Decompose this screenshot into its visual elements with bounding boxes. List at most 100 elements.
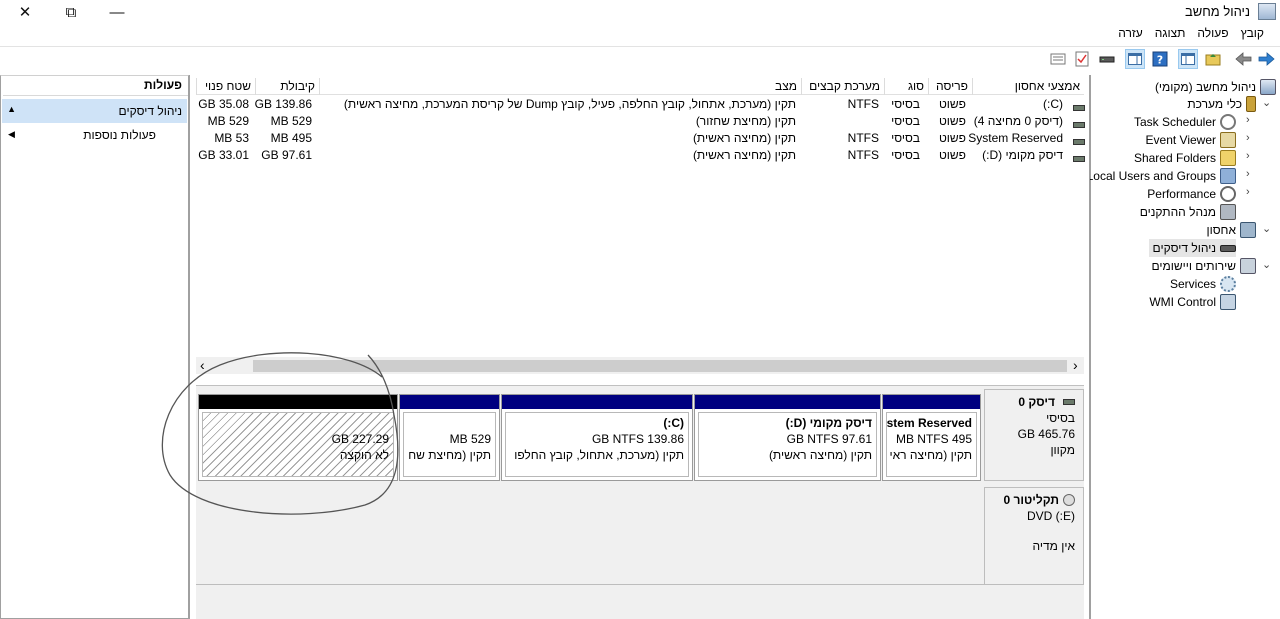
minimize-button[interactable]: — <box>94 0 140 24</box>
cdrom-0-label[interactable]: תקליטור 0 (E:) DVD אין מדיה <box>984 487 1084 585</box>
tree-item-local-users[interactable]: Local Users and Groups <box>1087 167 1236 185</box>
partition-system-reserved[interactable]: stem Reserved MB NTFS 495 תקין (מחיצה רא… <box>882 394 981 481</box>
scroll-right-arrow-icon[interactable]: › <box>1073 357 1078 373</box>
collapse-up-icon[interactable]: ▲ <box>7 104 16 114</box>
partition-title: stem Reserved <box>886 416 972 430</box>
tree-item-shared-folders[interactable]: Shared Folders <box>1134 149 1236 167</box>
chevron-down-icon[interactable]: ⌄ <box>1262 222 1271 235</box>
partition-status: תקין (מערכת, אתחול, קובץ החלפו <box>514 448 684 462</box>
tree-item-services-and-applications[interactable]: שירותים ויישומים <box>1151 257 1256 275</box>
disk-state: מקוון <box>1050 443 1075 457</box>
tree-item-device-manager[interactable]: מנהל ההתקנים <box>1140 203 1236 221</box>
column-file-system[interactable]: מערכת קבצים <box>801 78 884 95</box>
tree-item-storage[interactable]: אחסון <box>1206 221 1256 239</box>
partition-recovery[interactable]: MB 529 תקין (מחיצת שח <box>399 394 500 481</box>
disk-type: בסיסי <box>1046 411 1075 425</box>
actions-pane-title: פעולות <box>3 78 188 96</box>
cell-file-system: NTFS <box>847 148 879 162</box>
device-manager-icon <box>1220 204 1236 220</box>
actions-item-disk-management[interactable]: ניהול דיסקים <box>119 104 182 118</box>
users-icon <box>1220 168 1236 184</box>
cell-layout: פשוט <box>938 148 966 162</box>
tree-item-performance[interactable]: Performance <box>1147 185 1236 203</box>
tree-label: Services <box>1169 277 1216 291</box>
volume-icon <box>1069 151 1085 165</box>
column-volume[interactable]: אמצעי אחסון <box>972 78 1084 95</box>
tree-item-event-viewer[interactable]: Event Viewer <box>1146 131 1236 149</box>
event-viewer-icon <box>1220 132 1236 148</box>
show-hide-tree-icon[interactable] <box>1178 49 1198 69</box>
cell-status: תקין (מחיצה ראשית) <box>692 131 796 145</box>
show-hide-action-pane-icon[interactable] <box>1125 49 1145 69</box>
column-free-space[interactable]: שטח פנוי <box>196 78 255 95</box>
svg-text:?: ? <box>1157 54 1163 67</box>
partition-size: GB NTFS 97.61 <box>786 432 872 446</box>
forward-arrow-icon[interactable] <box>1256 49 1276 69</box>
tree-label: כלי מערכת <box>1187 97 1242 111</box>
tree-item-system-tools[interactable]: כלי מערכת <box>1187 95 1256 113</box>
menu-view[interactable]: תצוגה <box>1149 24 1192 44</box>
disk-0-label[interactable]: דיסק 0 בסיסי GB 465.76 מקוון <box>984 389 1084 481</box>
tree-item-services[interactable]: Services <box>1170 275 1236 293</box>
tools-icon <box>1246 96 1256 112</box>
tree-item-computer-management[interactable]: ניהול מחשב (מקומי) <box>1155 78 1276 96</box>
list-view-icon[interactable] <box>1048 49 1068 69</box>
cell-file-system <box>799 114 879 131</box>
partition-bar <box>400 395 499 409</box>
tree-label: Task Scheduler <box>1133 115 1216 129</box>
menu-help[interactable]: עזרה <box>1112 24 1149 44</box>
partition-c[interactable]: (C:) GB NTFS 139.86 תקין (מערכת, אתחול, … <box>501 394 693 481</box>
restore-button[interactable]: ⧉ <box>48 0 94 24</box>
chevron-right-icon[interactable]: › <box>1246 132 1250 144</box>
up-folder-icon[interactable] <box>1203 49 1223 69</box>
back-arrow-icon[interactable] <box>1234 49 1254 69</box>
partition-status: תקין (מחיצת שח <box>408 448 491 462</box>
check-list-icon[interactable] <box>1072 49 1092 69</box>
column-status[interactable]: מצב <box>319 78 801 95</box>
cell-file-system: NTFS <box>847 131 879 145</box>
menu-file[interactable]: קובץ <box>1235 24 1270 44</box>
chevron-down-icon[interactable]: ⌄ <box>1262 258 1271 271</box>
chevron-down-icon[interactable]: ⌄ <box>1262 96 1271 109</box>
cell-file-system: NTFS <box>847 97 879 111</box>
cell-volume: (דיסק 0 מחיצה 4) <box>973 114 1063 128</box>
cell-capacity: GB 97.61 <box>261 148 312 162</box>
cell-volume: (C:) <box>1042 97 1063 111</box>
tree-label: Event Viewer <box>1145 133 1216 147</box>
tree-item-disk-management[interactable]: ניהול דיסקים <box>1148 239 1236 257</box>
cell-layout: פשוט <box>938 97 966 111</box>
disk-icon <box>1063 399 1075 405</box>
cell-capacity: GB 139.86 <box>254 97 312 111</box>
disk-state: אין מדיה <box>1032 539 1075 553</box>
chevron-right-icon[interactable]: › <box>1246 186 1250 198</box>
tree-label: שירותים ויישומים <box>1151 259 1236 273</box>
close-button[interactable]: ✕ <box>2 0 48 24</box>
tree-item-task-scheduler[interactable]: Task Scheduler <box>1134 113 1236 131</box>
cell-type: בסיסי <box>891 114 920 128</box>
chevron-right-icon[interactable]: › <box>1246 150 1250 162</box>
chevron-right-icon[interactable]: › <box>1246 114 1250 126</box>
disk-size: GB 465.76 <box>1017 427 1075 441</box>
menu-action[interactable]: פעולה <box>1191 24 1234 44</box>
menu-bar: קובץ פעולה תצוגה עזרה <box>0 24 1280 44</box>
chevron-right-icon[interactable]: › <box>1246 168 1250 180</box>
storage-icon <box>1240 222 1256 238</box>
partition-title: (C:) <box>663 416 684 430</box>
partition-bar <box>502 395 692 409</box>
shared-folders-icon <box>1220 150 1236 166</box>
services-apps-icon <box>1240 258 1256 274</box>
volume-icon <box>1069 117 1085 131</box>
cd-drive-icon <box>1063 494 1075 506</box>
column-capacity[interactable]: קיבולת <box>255 78 319 95</box>
cell-capacity: MB 495 <box>270 131 312 145</box>
title-bar: ✕ ⧉ — ניהול מחשב <box>0 0 1280 24</box>
tree-item-wmi-control[interactable]: WMI Control <box>1149 293 1236 311</box>
hand-drawn-circle-annotation <box>161 352 399 515</box>
column-layout[interactable]: פריסה <box>928 78 972 95</box>
column-type[interactable]: סוג <box>884 78 928 95</box>
partition-local-disk-d[interactable]: דיסק מקומי (D:) GB NTFS 97.61 תקין (מחיצ… <box>694 394 881 481</box>
help-icon[interactable]: ? <box>1150 49 1170 69</box>
expand-left-icon[interactable]: ◀ <box>8 129 15 140</box>
drive-properties-icon[interactable] <box>1097 49 1117 69</box>
actions-item-more-actions[interactable]: פעולות נוספות <box>83 128 156 142</box>
